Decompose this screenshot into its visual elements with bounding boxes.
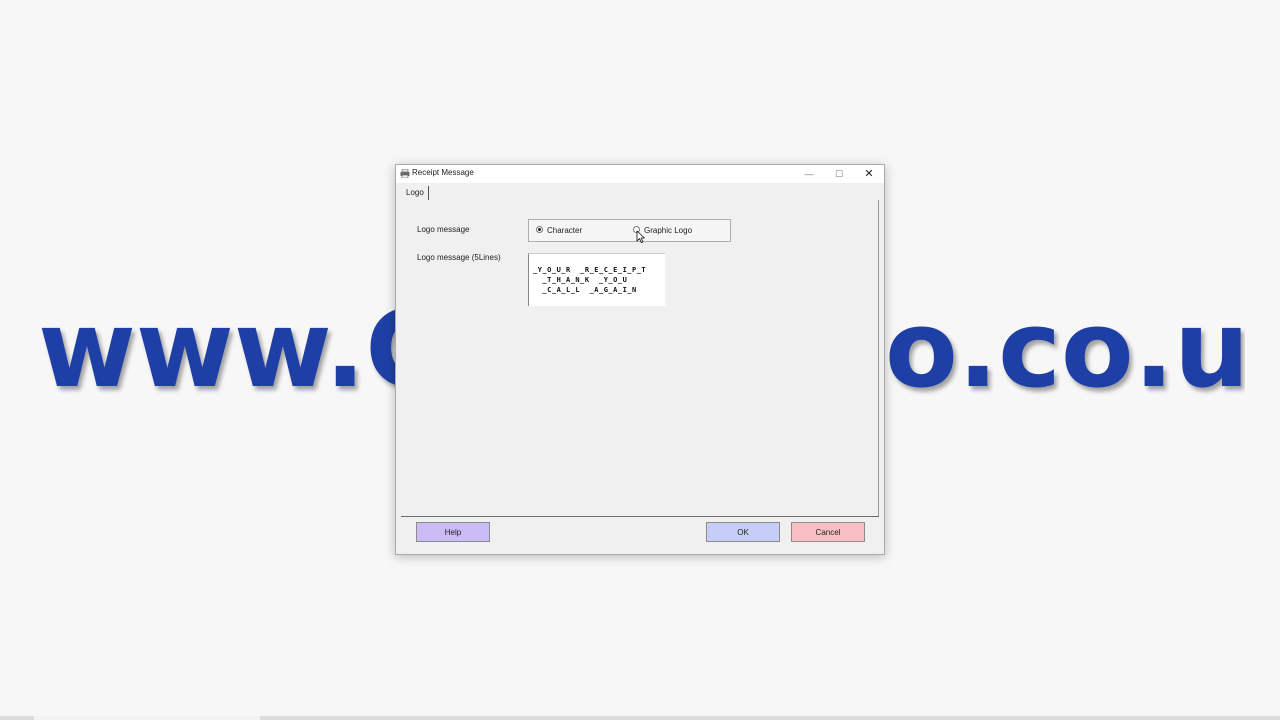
- title-bar[interactable]: Receipt Message — ☐ ✕: [396, 165, 884, 183]
- logo-message-5lines-label: Logo message (5Lines): [417, 253, 501, 262]
- logo-line-2: _T_H_A_N_K _Y_O_U: [533, 276, 628, 284]
- tab-logo[interactable]: Logo: [402, 186, 429, 200]
- radio-character-label[interactable]: Character: [547, 226, 582, 235]
- logo-message-label: Logo message: [417, 225, 470, 234]
- tab-panel-logo: [401, 200, 879, 517]
- logo-line-1: _Y_O_U_R _R_E_C_E_I_P_T: [533, 266, 647, 274]
- logo-message-textbox[interactable]: _Y_O_U_R _R_E_C_E_I_P_T _T_H_A_N_K _Y_O_…: [528, 253, 665, 306]
- printer-icon: [400, 169, 410, 178]
- minimize-button[interactable]: —: [794, 165, 824, 183]
- logo-type-radio-group: Character Graphic Logo: [528, 219, 731, 242]
- panel-divider: [401, 516, 879, 517]
- logo-line-3: _C_A_L_L _A_G_A_I_N: [533, 286, 637, 294]
- help-button[interactable]: Help: [416, 522, 490, 542]
- window-title: Receipt Message: [412, 168, 474, 177]
- receipt-message-dialog: Receipt Message — ☐ ✕ Logo Logo message …: [395, 164, 885, 555]
- mouse-pointer-icon: [636, 230, 645, 243]
- watermark-left: www.C: [38, 290, 396, 410]
- taskbar-segment: [34, 716, 260, 720]
- cancel-button[interactable]: Cancel: [791, 522, 865, 542]
- radio-character[interactable]: [536, 226, 543, 233]
- maximize-button[interactable]: ☐: [824, 165, 854, 183]
- close-button[interactable]: ✕: [854, 165, 884, 183]
- radio-graphic-logo-label[interactable]: Graphic Logo: [644, 226, 692, 235]
- watermark-right: o.co.uk: [885, 290, 1245, 410]
- ok-button[interactable]: OK: [706, 522, 780, 542]
- taskbar-strip: [0, 716, 1280, 720]
